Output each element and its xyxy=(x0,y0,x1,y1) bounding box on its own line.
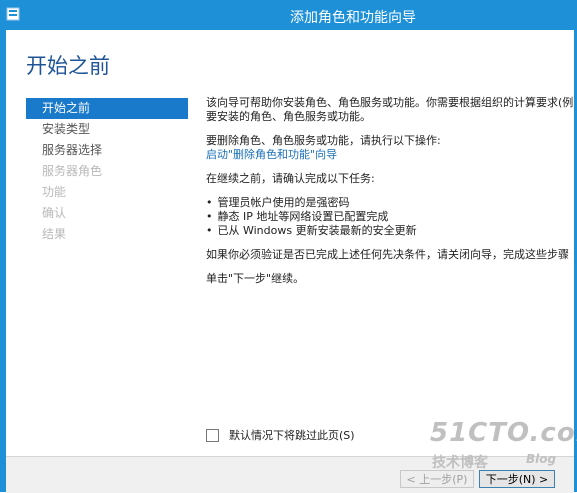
intro-line-2: 要安装的角色、角色服务或功能。 xyxy=(206,110,371,123)
skip-page-option[interactable]: 默认情况下将跳过此页(S) xyxy=(206,427,355,443)
watermark-blog: Blog xyxy=(526,452,557,466)
verify-text: 如果你必须验证是否已完成上述任何先决条件，请关闭向导，完成这些步骤 xyxy=(206,248,569,261)
nav-item-server-selection[interactable]: 服务器选择 xyxy=(26,140,188,161)
intro-line-1: 该向导可帮助你安装角色、角色服务或功能。你需要根据组织的计算要求(例 xyxy=(206,96,574,109)
previous-button[interactable]: < 上一步(P) xyxy=(400,470,474,488)
task-item: 已从 Windows 更新安装最新的安全更新 xyxy=(206,224,574,238)
tasks-heading: 在继续之前，请确认完成以下任务: xyxy=(206,172,375,185)
remove-section: 要删除角色、角色服务或功能，请执行以下操作: 启动"删除角色和功能"向导 xyxy=(206,134,574,162)
wizard-nav: 开始之前 安装类型 服务器选择 服务器角色 功能 确认 结果 xyxy=(26,98,188,245)
task-item: 静态 IP 地址等网络设置已配置完成 xyxy=(206,210,574,224)
window-title: 添加角色和功能向导 xyxy=(290,10,416,26)
nav-item-installation-type[interactable]: 安装类型 xyxy=(26,119,188,140)
main-panel: 该向导可帮助你安装角色、角色服务或功能。你需要根据组织的计算要求(例 要安装的角… xyxy=(206,96,574,296)
nav-item-server-roles: 服务器角色 xyxy=(42,164,103,178)
skip-page-checkbox[interactable] xyxy=(206,428,219,442)
page-title: 开始之前 xyxy=(26,54,110,78)
intro-text: 该向导可帮助你安装角色、角色服务或功能。你需要根据组织的计算要求(例 要安装的角… xyxy=(206,96,574,124)
next-hint: 单击"下一步"继续。 xyxy=(206,272,305,285)
skip-page-label: 默认情况下将跳过此页(S) xyxy=(229,429,355,442)
nav-item-before-you-begin[interactable]: 开始之前 xyxy=(26,98,188,119)
watermark-subtitle: 技术博客 xyxy=(432,455,488,471)
nav-item-features: 功能 xyxy=(42,185,67,199)
footer-bar: < 上一步(P) 下一步(N) > xyxy=(6,456,574,493)
task-list: 管理员帐户使用的是强密码 静态 IP 地址等网络设置已配置完成 已从 Windo… xyxy=(206,196,574,238)
next-button[interactable]: 下一步(N) > xyxy=(479,470,555,488)
nav-item-results: 结果 xyxy=(42,227,67,241)
watermark: 51CTO.com 技术博客 Blog xyxy=(430,418,577,471)
title-bar: 添加角色和功能向导 xyxy=(0,0,577,30)
task-item: 管理员帐户使用的是强密码 xyxy=(206,196,574,210)
remove-roles-link[interactable]: 启动"删除角色和功能"向导 xyxy=(206,148,337,161)
server-manager-icon xyxy=(6,7,20,21)
remove-instructions: 要删除角色、角色服务或功能，请执行以下操作: xyxy=(206,134,441,147)
watermark-logo: 51CTO.com xyxy=(430,418,577,448)
wizard-content: 开始之前 开始之前 安装类型 服务器选择 服务器角色 功能 确认 结果 该向导可… xyxy=(6,30,574,456)
nav-item-confirmation: 确认 xyxy=(42,206,67,220)
